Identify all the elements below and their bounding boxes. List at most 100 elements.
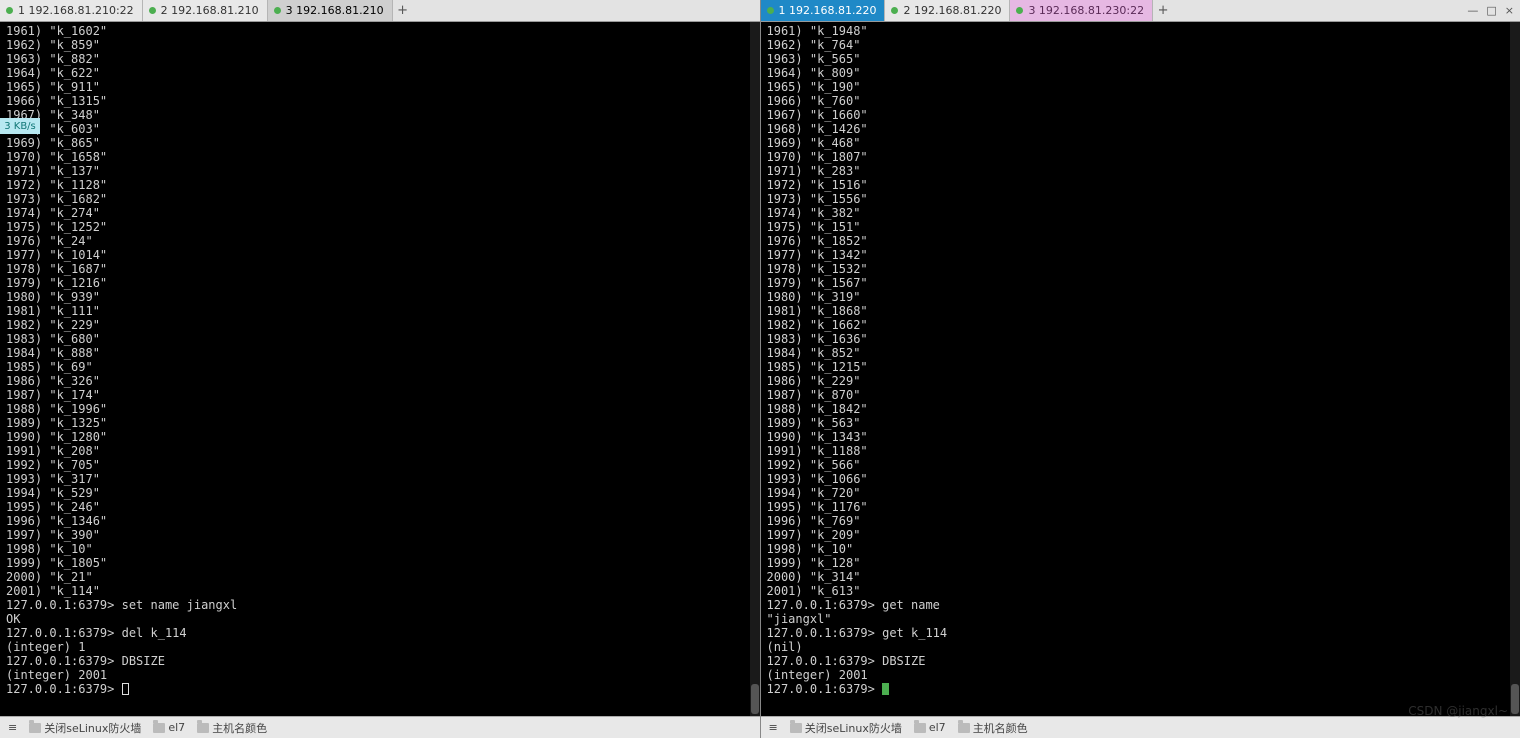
terminal-line: 1965) "k_190" — [767, 80, 1520, 94]
terminal-left[interactable]: 1961) "k_1602"1962) "k_859"1963) "k_882"… — [0, 22, 760, 716]
tab[interactable]: 1 192.168.81.220 — [761, 0, 886, 21]
folder-icon — [790, 723, 802, 733]
tab-add-button[interactable]: + — [393, 0, 415, 21]
terminal-line: 127.0.0.1:6379> del k_114 — [6, 626, 760, 640]
status-label: 主机名颜色 — [973, 720, 1028, 736]
tab-label: 3 192.168.81.230:22 — [1028, 4, 1144, 17]
terminal-line: 2000) "k_314" — [767, 570, 1520, 584]
terminal-line: 1973) "k_1682" — [6, 192, 760, 206]
status-item[interactable]: 关闭seLinux防火墙 — [790, 720, 902, 736]
terminal-line: 127.0.0.1:6379> DBSIZE — [767, 654, 1520, 668]
tab-status-dot-icon — [767, 7, 774, 14]
statusbar-right: ≡ 关闭seLinux防火墙 el7 主机名颜色 — [761, 716, 1520, 738]
terminal-line: 1979) "k_1216" — [6, 276, 760, 290]
terminal-line: 1994) "k_529" — [6, 486, 760, 500]
terminal-line: 127.0.0.1:6379> set name jiangxl — [6, 598, 760, 612]
terminal-line: 1990) "k_1343" — [767, 430, 1520, 444]
tab[interactable]: 2 192.168.81.210 — [143, 0, 268, 21]
window-minimize-icon[interactable]: — — [1467, 4, 1478, 17]
terminal-line: 1991) "k_208" — [6, 444, 760, 458]
status-item[interactable]: el7 — [914, 721, 946, 734]
tab[interactable]: 1 192.168.81.210:22 — [0, 0, 143, 21]
terminal-line: 1966) "k_1315" — [6, 94, 760, 108]
cursor-icon — [882, 683, 889, 695]
terminal-line: 1966) "k_760" — [767, 94, 1520, 108]
window-maximize-icon[interactable]: □ — [1486, 4, 1496, 17]
tab-label: 3 192.168.81.210 — [286, 4, 384, 17]
terminal-line: 1967) "k_1660" — [767, 108, 1520, 122]
terminal-line: 1982) "k_229" — [6, 318, 760, 332]
folder-icon — [197, 723, 209, 733]
status-item[interactable]: 关闭seLinux防火墙 — [29, 720, 141, 736]
status-item[interactable]: 主机名颜色 — [958, 720, 1028, 736]
tab-status-dot-icon — [274, 7, 281, 14]
scrollbar[interactable] — [750, 22, 760, 716]
terminal-line: 1993) "k_1066" — [767, 472, 1520, 486]
terminal-line: 1984) "k_852" — [767, 346, 1520, 360]
tab-status-dot-icon — [6, 7, 13, 14]
terminal-line: (integer) 1 — [6, 640, 760, 654]
terminal-right[interactable]: 1961) "k_1948"1962) "k_764"1963) "k_565"… — [761, 22, 1520, 716]
scrollbar-thumb[interactable] — [1511, 684, 1519, 714]
terminal-line: 1970) "k_1807" — [767, 150, 1520, 164]
status-label: el7 — [168, 721, 185, 734]
terminal-line: 1978) "k_1532" — [767, 262, 1520, 276]
terminal-line: 1988) "k_1996" — [6, 402, 760, 416]
pane-left: 1 192.168.81.210:22 2 192.168.81.210 3 192… — [0, 0, 761, 738]
terminal-line: 1974) "k_274" — [6, 206, 760, 220]
terminal-line: 127.0.0.1:6379> DBSIZE — [6, 654, 760, 668]
terminal-line: 1977) "k_1342" — [767, 248, 1520, 262]
status-item[interactable]: 主机名颜色 — [197, 720, 267, 736]
tab-label: 2 192.168.81.210 — [161, 4, 259, 17]
scrollbar-thumb[interactable] — [751, 684, 759, 714]
terminal-line: 1995) "k_246" — [6, 500, 760, 514]
status-label: el7 — [929, 721, 946, 734]
tab-add-button[interactable]: + — [1153, 0, 1175, 21]
terminal-line: 2001) "k_114" — [6, 584, 760, 598]
terminal-line: 1973) "k_1556" — [767, 192, 1520, 206]
tabbar-left: 1 192.168.81.210:22 2 192.168.81.210 3 192… — [0, 0, 760, 22]
terminal-line: 1975) "k_151" — [767, 220, 1520, 234]
terminal-line: 1972) "k_1516" — [767, 178, 1520, 192]
terminal-line: 1991) "k_1188" — [767, 444, 1520, 458]
terminal-line: 1998) "k_10" — [767, 542, 1520, 556]
scrollbar[interactable] — [1510, 22, 1520, 716]
terminal-line: 1994) "k_720" — [767, 486, 1520, 500]
statusbar-left: ≡ 关闭seLinux防火墙 el7 主机名颜色 — [0, 716, 760, 738]
tab[interactable]: 3 192.168.81.230:22 — [1010, 0, 1153, 21]
terminal-line: 127.0.0.1:6379> — [767, 682, 1520, 696]
terminal-line: 1989) "k_1325" — [6, 416, 760, 430]
status-label: 关闭seLinux防火墙 — [805, 720, 902, 736]
split-view: 1 192.168.81.210:22 2 192.168.81.210 3 192… — [0, 0, 1520, 738]
terminal-line: 1976) "k_1852" — [767, 234, 1520, 248]
terminal-line: 1981) "k_1868" — [767, 304, 1520, 318]
terminal-line: (nil) — [767, 640, 1520, 654]
window-close-icon[interactable]: × — [1505, 4, 1514, 17]
tab-status-dot-icon — [149, 7, 156, 14]
terminal-line: 1965) "k_911" — [6, 80, 760, 94]
status-label: 关闭seLinux防火墙 — [44, 720, 141, 736]
terminal-line: 1985) "k_1215" — [767, 360, 1520, 374]
status-item[interactable]: el7 — [153, 721, 185, 734]
tab[interactable]: 2 192.168.81.220 — [885, 0, 1010, 21]
terminal-line: 1967) "k_348" — [6, 108, 760, 122]
terminal-line: 1979) "k_1567" — [767, 276, 1520, 290]
terminal-line: 1961) "k_1948" — [767, 24, 1520, 38]
terminal-line: 1976) "k_24" — [6, 234, 760, 248]
hamburger-icon[interactable]: ≡ — [8, 721, 17, 734]
terminal-line: 1996) "k_769" — [767, 514, 1520, 528]
terminal-line: 1996) "k_1346" — [6, 514, 760, 528]
tab[interactable]: 3 192.168.81.210 — [268, 0, 393, 21]
window-controls: — □ × — [1467, 4, 1514, 17]
terminal-line: 1999) "k_1805" — [6, 556, 760, 570]
terminal-line: 1975) "k_1252" — [6, 220, 760, 234]
terminal-line: 1983) "k_680" — [6, 332, 760, 346]
folder-icon — [914, 723, 926, 733]
tab-status-dot-icon — [1016, 7, 1023, 14]
hamburger-icon[interactable]: ≡ — [769, 721, 778, 734]
terminal-line: 1986) "k_326" — [6, 374, 760, 388]
terminal-line: 127.0.0.1:6379> — [6, 682, 760, 696]
folder-icon — [29, 723, 41, 733]
terminal-line: 1968) "k_1426" — [767, 122, 1520, 136]
terminal-line: 1984) "k_888" — [6, 346, 760, 360]
